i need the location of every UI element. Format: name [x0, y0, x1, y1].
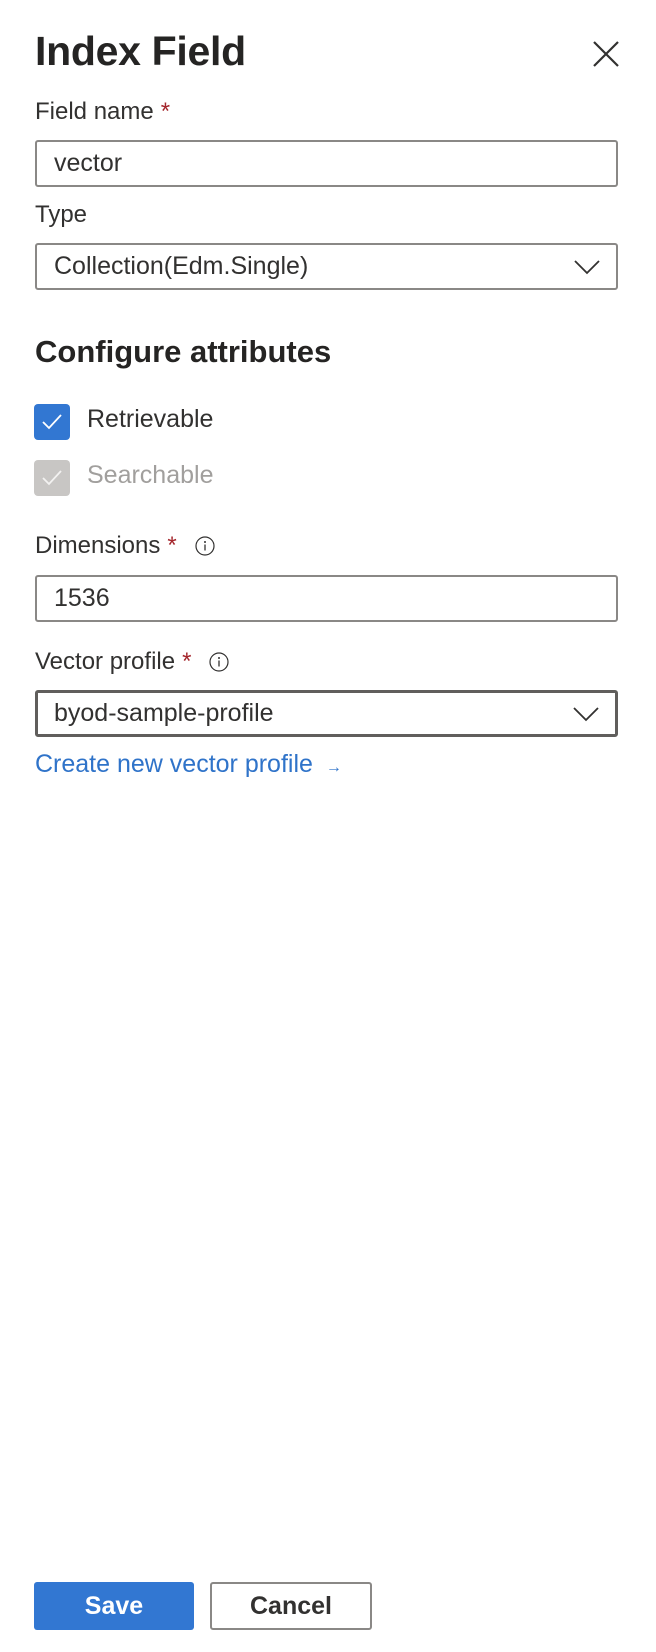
close-icon — [593, 41, 619, 67]
save-button[interactable]: Save — [34, 1582, 194, 1630]
field-name-input[interactable]: vector — [35, 140, 618, 187]
type-label: Type — [35, 201, 87, 229]
configure-attributes-heading: Configure attributes — [35, 334, 332, 369]
vector-profile-label: Vector profile * — [35, 648, 230, 676]
vector-profile-label-text: Vector profile — [35, 648, 176, 675]
arrow-right-icon: → — [325, 759, 342, 776]
required-marker: * — [182, 648, 192, 675]
chevron-down-icon — [574, 259, 600, 274]
checkmark-icon — [42, 414, 62, 430]
searchable-label: Searchable — [87, 461, 214, 489]
dimensions-label: Dimensions * — [35, 532, 215, 560]
info-icon[interactable] — [195, 536, 215, 556]
retrievable-label[interactable]: Retrievable — [87, 405, 213, 434]
field-name-label: Field name * — [35, 98, 170, 126]
panel-title: Index Field — [35, 28, 246, 74]
searchable-checkbox — [34, 460, 70, 496]
info-icon[interactable] — [209, 652, 230, 672]
vector-profile-selected-value: byod-sample-profile — [54, 699, 274, 727]
required-marker: * — [167, 532, 177, 559]
close-button[interactable] — [590, 38, 622, 70]
cancel-button[interactable]: Cancel — [210, 1582, 372, 1630]
chevron-down-icon — [573, 706, 599, 721]
field-name-value: vector — [54, 149, 123, 177]
create-vector-profile-label: Create new vector profile — [35, 750, 313, 778]
checkmark-icon — [42, 470, 62, 486]
dimensions-label-text: Dimensions — [35, 532, 161, 559]
required-marker: * — [160, 98, 171, 125]
retrievable-checkbox[interactable] — [34, 404, 70, 440]
type-dropdown[interactable]: Collection(Edm.Single) — [35, 243, 618, 290]
field-name-label-text: Field name — [35, 98, 154, 125]
create-vector-profile-link[interactable]: Create new vector profile → — [35, 750, 342, 779]
type-label-text: Type — [35, 201, 88, 228]
dimensions-value: 1536 — [54, 584, 110, 612]
type-selected-value: Collection(Edm.Single) — [54, 252, 309, 280]
vector-profile-dropdown[interactable]: byod-sample-profile — [35, 690, 618, 737]
dimensions-input[interactable]: 1536 — [35, 575, 618, 622]
